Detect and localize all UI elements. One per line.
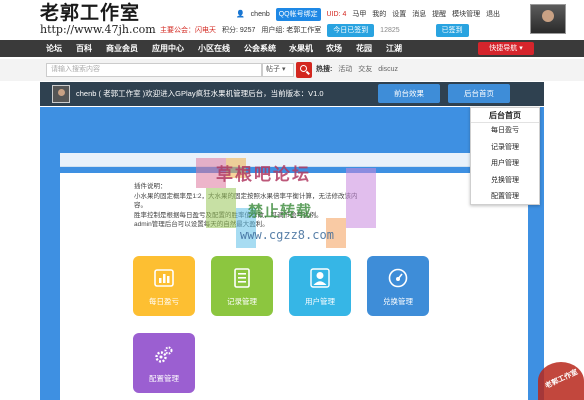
logo-title: 老郭工作室: [40, 2, 141, 24]
gauge-icon: [388, 268, 408, 288]
nav-item-forum[interactable]: 论坛: [42, 40, 66, 57]
list-icon: [234, 268, 250, 288]
menu-item-daily-profit[interactable]: 每日盈亏: [471, 123, 539, 140]
bar-chart-icon: [154, 269, 174, 287]
quick-nav-button[interactable]: 快捷导航 ▾: [478, 42, 534, 55]
hot-term[interactable]: 交友: [358, 66, 372, 73]
admin-header: chenb ( 老郭工作室 )欢迎进入GPlay疯狂水果机管理后台，当前版本：V…: [40, 82, 554, 106]
hot-term[interactable]: discuz: [378, 66, 398, 73]
hamburger-menu-icon[interactable]: [544, 88, 556, 100]
quick-nav-label: 快捷导航: [489, 45, 518, 52]
hot-term[interactable]: 活动: [338, 66, 352, 73]
tile-label: 用户管理: [305, 297, 335, 306]
main-nav: 论坛 百科 商业会员 应用中心 小区在线 公会系统 水果机 农场 花园 江湖 快…: [0, 40, 584, 57]
guild-label[interactable]: 主要公会：闪电天: [160, 24, 216, 37]
search-type-label: 帖子: [266, 66, 280, 73]
top-bar: 老郭工作室 http://www.47jh.com 👤 chenb QQ帐号绑定…: [0, 0, 584, 38]
search-bar: 请输入搜索内容 帖子 ▾ 热搜: 活动 交友 discuz: [0, 59, 584, 81]
tile-config-management[interactable]: 配置管理: [133, 333, 195, 393]
qq-bind-button[interactable]: QQ帐号绑定: [275, 8, 321, 21]
tile-daily-profit[interactable]: 每日盈亏: [133, 256, 195, 316]
nav-item-wiki[interactable]: 百科: [72, 40, 96, 57]
dropdown-title[interactable]: 后台首页: [471, 108, 539, 123]
top-link-logout[interactable]: 退出: [486, 8, 500, 21]
top-link-majia[interactable]: 马甲: [352, 8, 366, 21]
nav-item-guild[interactable]: 公会系统: [240, 40, 280, 57]
tile-label: 每日盈亏: [149, 297, 179, 306]
hot-label: 热搜:: [316, 66, 333, 73]
user-group-label: 用户组: 老郭工作室: [261, 27, 322, 34]
menu-item-config[interactable]: 配置管理: [471, 189, 539, 206]
nav-item-garden[interactable]: 花园: [352, 40, 376, 57]
watermark-stamp: 老郭工作室: [538, 362, 584, 400]
top-link-mine[interactable]: 我的: [372, 8, 386, 21]
top-link-modules[interactable]: 模块管理: [452, 8, 480, 21]
front-preview-button[interactable]: 前台效果: [378, 84, 440, 103]
admin-avatar: [52, 85, 70, 103]
nav-item-vip[interactable]: 商业会员: [102, 40, 142, 57]
username-link[interactable]: chenb: [251, 8, 270, 21]
tile-label: 记录管理: [227, 297, 257, 306]
sign-count: 12825: [380, 27, 400, 34]
nav-item-farm[interactable]: 农场: [322, 40, 346, 57]
site-logo[interactable]: 老郭工作室 http://www.47jh.com: [40, 3, 156, 36]
user-icon: [310, 268, 330, 288]
uid-label: UID: 4: [326, 11, 347, 18]
gears-icon: [155, 346, 173, 363]
user-icon: 👤: [236, 11, 245, 18]
top-link-settings[interactable]: 设置: [392, 8, 406, 21]
admin-home-button[interactable]: 后台首页: [448, 84, 510, 103]
admin-dropdown-menu: 后台首页 每日盈亏 记录管理 用户管理 兑换管理 配置管理: [470, 107, 540, 205]
points-label: 积分: 9257: [221, 27, 256, 34]
top-link-reminders[interactable]: 提醒: [432, 8, 446, 21]
admin-welcome-text: chenb ( 老郭工作室 )欢迎进入GPlay疯狂水果机管理后台，当前版本：V…: [76, 89, 324, 98]
sign-in-button[interactable]: 今日已签到: [327, 24, 375, 37]
tile-label: 配置管理: [149, 374, 179, 383]
stamp-text: 老郭工作室: [544, 368, 580, 391]
tile-exchange-management[interactable]: 兑换管理: [367, 256, 429, 316]
search-input[interactable]: 请输入搜索内容: [46, 63, 262, 77]
nav-item-online[interactable]: 小区在线: [194, 40, 234, 57]
search-button[interactable]: [296, 62, 312, 78]
user-avatar[interactable]: [530, 4, 566, 34]
watermark-text: 禁止转载: [248, 203, 313, 220]
watermark-url: www.cgzz8.com: [240, 228, 334, 242]
top-link-messages[interactable]: 消息: [412, 8, 426, 21]
search-type-select[interactable]: 帖子 ▾: [262, 63, 294, 77]
nav-item-jianghu[interactable]: 江湖: [382, 40, 406, 57]
menu-item-records[interactable]: 记录管理: [471, 140, 539, 157]
menu-item-exchange[interactable]: 兑换管理: [471, 173, 539, 190]
hot-search: 热搜: 活动 交友 discuz: [316, 64, 398, 76]
nav-item-fruit[interactable]: 水果机: [286, 40, 316, 57]
user-toolbar: 👤 chenb QQ帐号绑定 UID: 4 马甲 我的 设置 消息 提醒 模块管…: [160, 8, 520, 37]
signed-button[interactable]: 已签到: [435, 24, 469, 37]
tile-label: 兑换管理: [383, 297, 413, 306]
watermark-text: 草根吧论坛: [216, 165, 311, 184]
nav-item-apps[interactable]: 应用中心: [148, 40, 188, 57]
menu-item-users[interactable]: 用户管理: [471, 156, 539, 173]
logo-url: http://www.47jh.com: [40, 23, 156, 36]
